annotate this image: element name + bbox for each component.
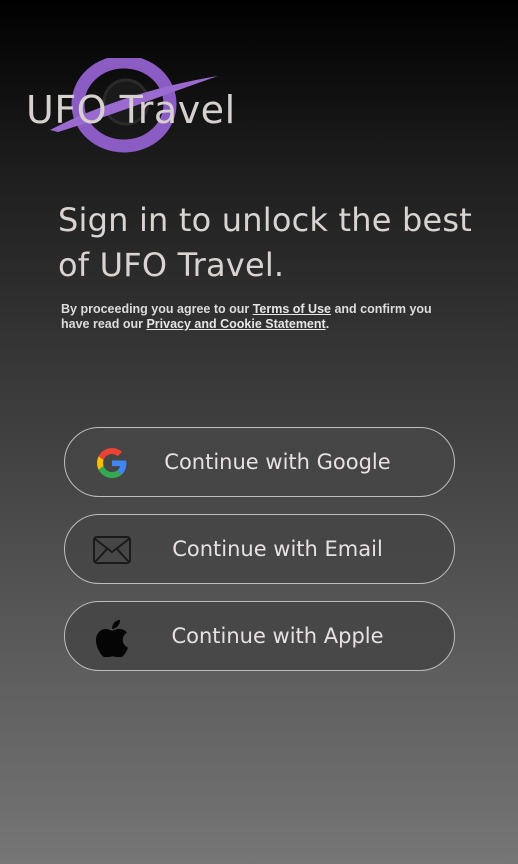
continue-with-email-button[interactable]: Continue with Email [64, 514, 455, 584]
app-logo: UFO Travel [26, 58, 236, 154]
headline-line-1: Sign in to unlock the best [58, 201, 473, 239]
page-title: Sign in to unlock the best of UFO Travel… [58, 198, 478, 288]
continue-with-google-button[interactable]: Continue with Google [64, 427, 455, 497]
terms-of-use-link[interactable]: Terms of Use [253, 302, 331, 316]
headline-line-2: of UFO Travel. [58, 246, 285, 284]
legal-prefix: By proceeding you agree to our [61, 302, 253, 316]
brand-name: UFO Travel [26, 88, 236, 132]
legal-suffix: . [325, 317, 330, 331]
continue-with-apple-button[interactable]: Continue with Apple [64, 601, 455, 671]
apple-button-label: Continue with Apple [171, 624, 384, 648]
email-button-label: Continue with Email [172, 537, 383, 561]
google-button-label: Continue with Google [164, 450, 391, 474]
privacy-statement-link[interactable]: Privacy and Cookie Statement [146, 317, 325, 331]
legal-notice: By proceeding you agree to our Terms of … [61, 302, 461, 332]
